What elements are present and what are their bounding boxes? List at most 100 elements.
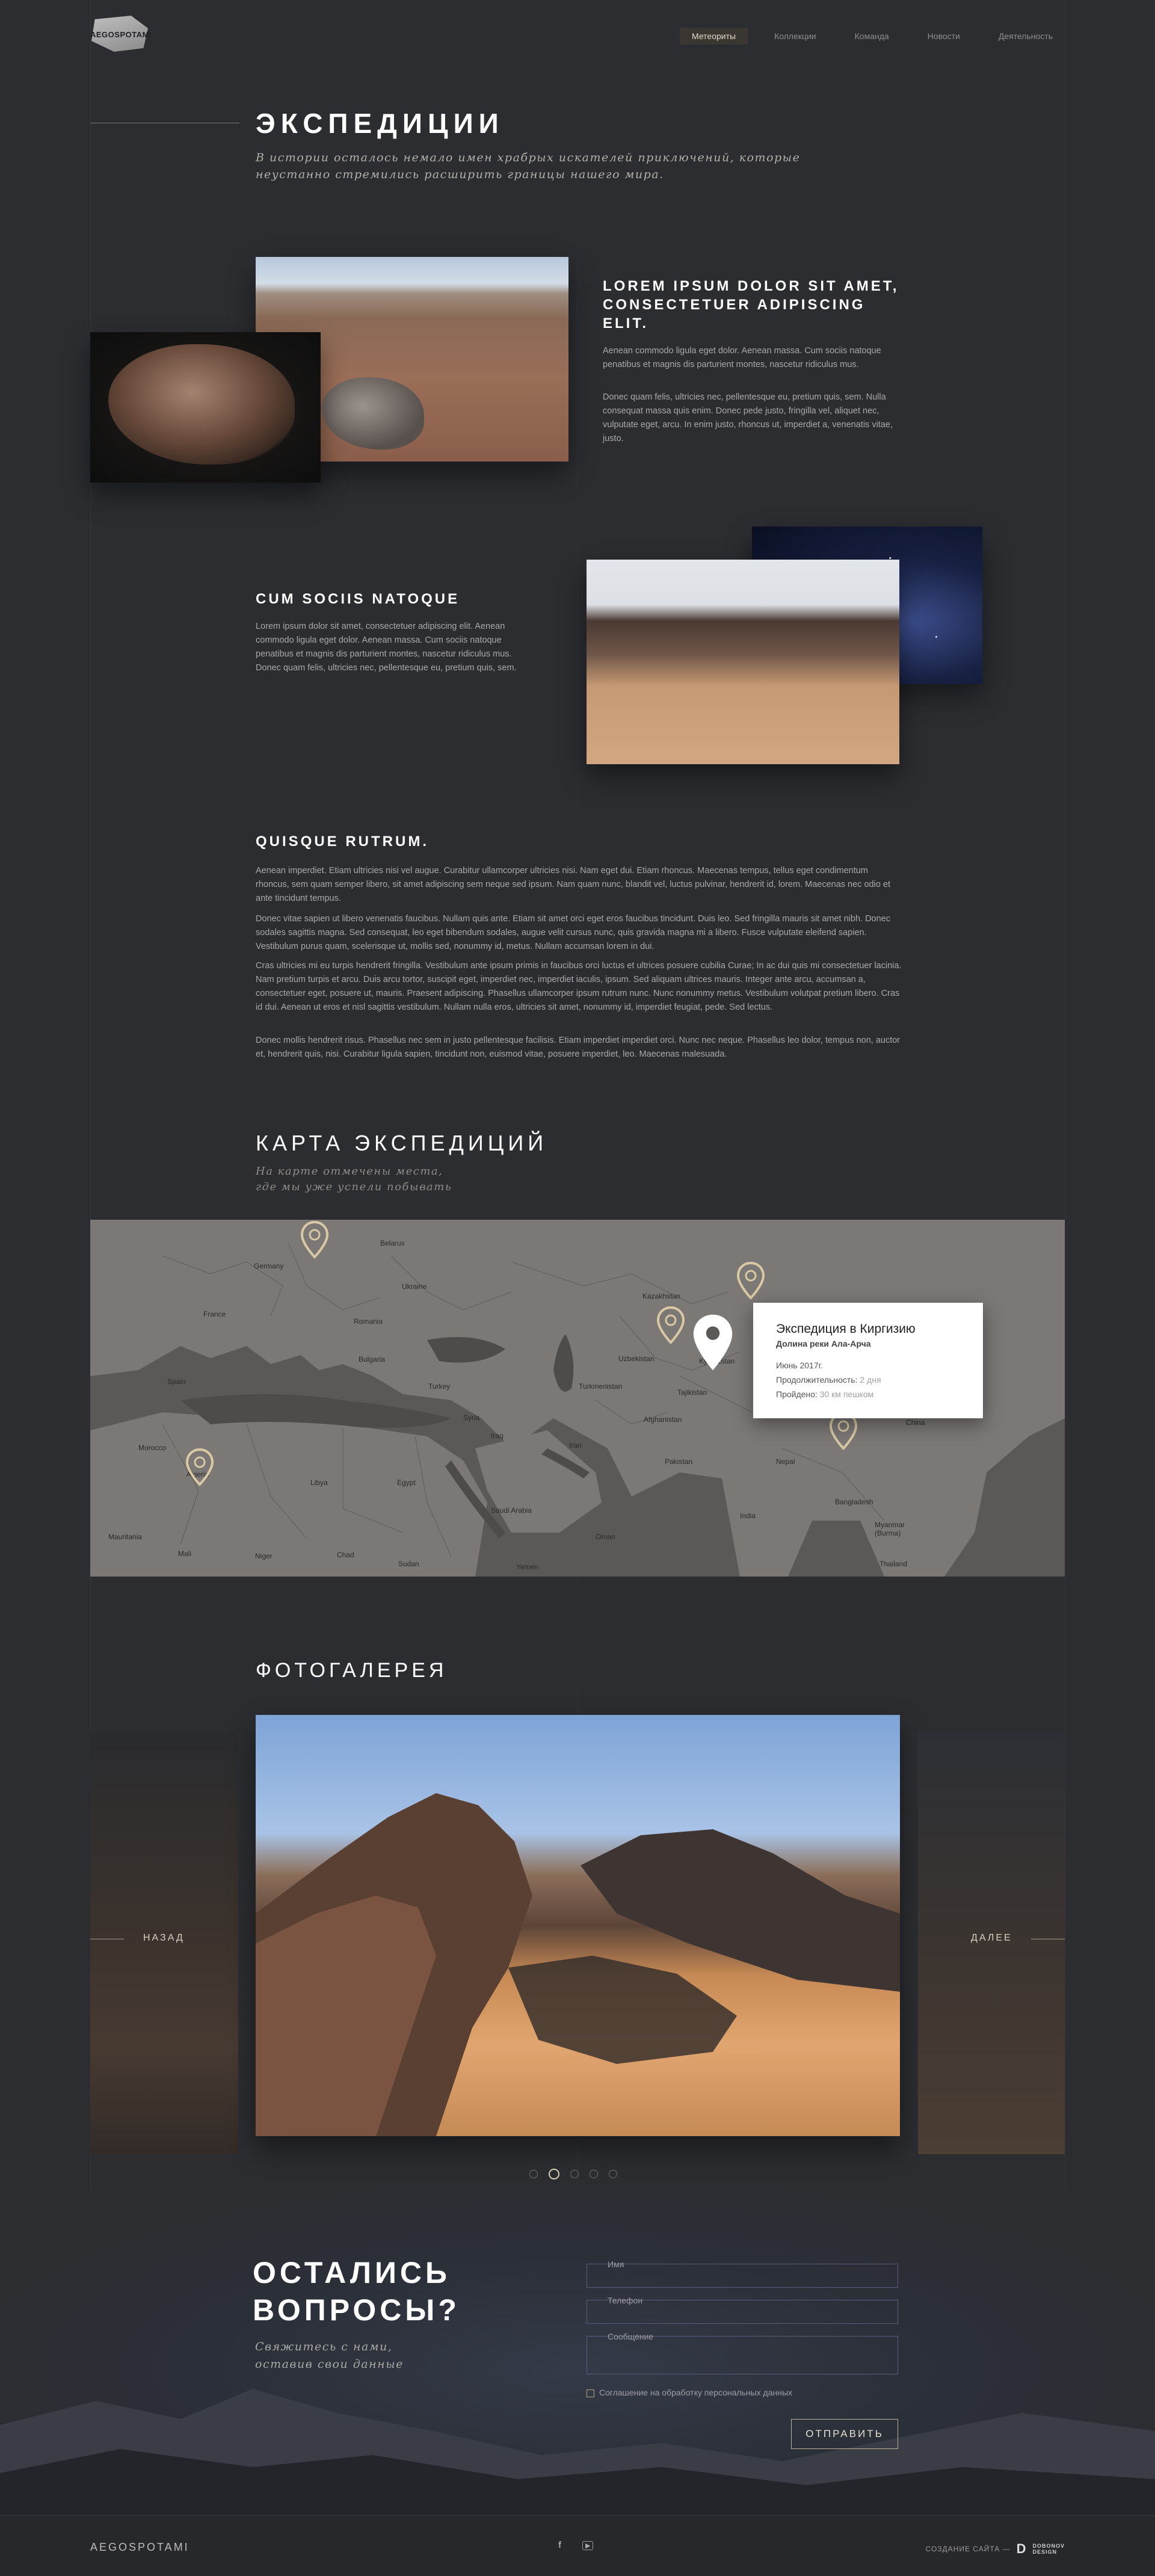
- footer-logo[interactable]: AEGOSPOTAMI: [90, 2541, 189, 2554]
- map-label: Chad: [337, 1551, 354, 1559]
- nav-item-activity[interactable]: Деятельность: [987, 28, 1065, 45]
- map-label: Spain: [167, 1377, 186, 1386]
- section1-title: LOREM IPSUM DOLOR SIT AMET, CONSECTETUER…: [603, 278, 899, 332]
- section2-title: CUM SOCIIS NATOQUE: [256, 591, 460, 607]
- map-label: Egypt: [397, 1478, 416, 1487]
- map-label: Thailand: [879, 1560, 908, 1568]
- popup-distance-label: Пройдено:: [776, 1389, 818, 1399]
- section1-paragraph: Donec quam felis, ultricies nec, pellent…: [603, 392, 893, 443]
- name-field[interactable]: Имя: [587, 2259, 898, 2288]
- meteorite-stone: [108, 344, 295, 465]
- credit-text: СОЗДАНИЕ САЙТА —: [925, 2545, 1011, 2553]
- footer: AEGOSPOTAMI f ▶ СОЗДАНИЕ САЙТА — D DOBON…: [0, 2515, 1155, 2576]
- map-label: Turkey: [428, 1382, 451, 1391]
- gallery-next-label[interactable]: ДАЛЕЕ: [971, 1933, 1012, 1944]
- credit-logo-icon: D: [1016, 2541, 1027, 2556]
- map-subtitle-line: На карте отмечены места,: [256, 1165, 443, 1178]
- gallery-dot[interactable]: [590, 2170, 598, 2178]
- section3-title: QUISQUE RUTRUM.: [256, 833, 429, 850]
- map-label: Pakistan: [665, 1457, 693, 1466]
- map-label: China: [906, 1418, 925, 1427]
- map-label: Germany: [254, 1262, 284, 1270]
- contact-subtitle-line: Свяжитесь с нами,: [255, 2340, 393, 2353]
- map-label: Uzbekistan: [618, 1354, 654, 1363]
- gallery-dot[interactable]: [609, 2170, 617, 2178]
- map-title: КАРТА ЭКСПЕДИЦИЙ: [256, 1131, 548, 1155]
- message-field[interactable]: Сообщение: [587, 2332, 898, 2374]
- map-label: Oman: [596, 1533, 615, 1541]
- map-label: Turkmenistan: [579, 1382, 623, 1391]
- map-label: Niger: [255, 1552, 273, 1560]
- phone-field[interactable]: Телефон: [587, 2296, 898, 2324]
- gallery-main-photo: [256, 1715, 900, 2136]
- desert-canyon-photo: [587, 560, 899, 764]
- phone-field-label: Телефон: [608, 2296, 643, 2305]
- contact-title-line: ВОПРОСЫ?: [253, 2293, 460, 2327]
- map-label: Afghanistan: [644, 1415, 682, 1424]
- gallery-dot[interactable]: [570, 2170, 579, 2178]
- land-africa: [90, 1412, 487, 1577]
- meteorite-photo: [90, 332, 321, 483]
- section3-paragraph: Donec mollis hendrerit risus. Phasellus …: [256, 1036, 901, 1059]
- main-nav: Метеориты Коллекции Команда Новости Деят…: [680, 28, 1065, 45]
- gallery-dot-active[interactable]: [549, 2169, 559, 2179]
- section3-paragraph: Cras ultricies mi eu turpis hendrerit fr…: [256, 961, 902, 1012]
- map-label: Syria: [463, 1413, 480, 1422]
- name-field-label: Имя: [608, 2259, 624, 2269]
- map-label: India: [740, 1512, 756, 1520]
- map-subtitle-line: где мы уже успели побывать: [256, 1181, 452, 1193]
- site-credit[interactable]: СОЗДАНИЕ САЙТА — D DOBONOV DESIGN: [926, 2541, 1065, 2557]
- logo-text: AEGOSPOTAMI: [90, 30, 152, 39]
- gallery-pagination: [529, 2169, 617, 2179]
- message-field-label: Сообщение: [608, 2332, 654, 2341]
- logo[interactable]: AEGOSPOTAMI: [90, 16, 152, 54]
- map-pin-icon[interactable]: [185, 1447, 215, 1489]
- map-label: Bulgaria: [359, 1355, 386, 1364]
- expeditions-map[interactable]: Belarus Germany Ukraine France Romania K…: [90, 1220, 1065, 1577]
- popup-duration: Продолжительность: 2 дня: [776, 1375, 881, 1385]
- map-pin-active-icon[interactable]: [692, 1313, 734, 1372]
- page-title: ЭКСПЕДИЦИИ: [256, 108, 504, 139]
- gallery-next-overlay: [918, 1733, 1065, 2154]
- map-pin-icon[interactable]: [736, 1261, 766, 1303]
- gallery-prev-label[interactable]: НАЗАД: [143, 1933, 185, 1944]
- gallery-rocks: [256, 1793, 900, 2136]
- popup-duration-value: 2 дня: [860, 1375, 881, 1385]
- popup-duration-label: Продолжительность:: [776, 1375, 858, 1385]
- map-label: Iraq: [491, 1432, 504, 1440]
- facebook-icon[interactable]: f: [558, 2540, 561, 2550]
- gallery-next[interactable]: ДАЛЕЕ: [918, 1733, 1065, 2154]
- checkbox-icon[interactable]: [587, 2389, 594, 2397]
- credit-name-line: DESIGN: [1032, 2549, 1057, 2555]
- map-pin-icon[interactable]: [656, 1305, 686, 1347]
- map-label: Yemen: [516, 1563, 538, 1571]
- map-subtitle: На карте отмечены места, где мы уже успе…: [256, 1164, 556, 1195]
- map-label: Sudan: [398, 1560, 419, 1568]
- contact-title: ОСТАЛИСЬ ВОПРОСЫ?: [253, 2254, 460, 2329]
- submit-button[interactable]: ОТПРАВИТЬ: [791, 2419, 898, 2449]
- nav-item-meteorites[interactable]: Метеориты: [680, 28, 748, 45]
- desert-rock: [322, 377, 424, 449]
- popup-distance: Пройдено: 30 км пешком: [776, 1389, 873, 1399]
- youtube-icon[interactable]: ▶: [582, 2541, 594, 2550]
- consent-label: Соглашение на обработку персональных дан…: [599, 2388, 793, 2397]
- nav-item-collections[interactable]: Коллекции: [762, 28, 828, 45]
- map-label: France: [203, 1310, 226, 1318]
- nav-item-team[interactable]: Команда: [843, 28, 901, 45]
- gallery-prev-overlay: [90, 1733, 238, 2154]
- credit-name-line: DOBONOV: [1032, 2543, 1065, 2549]
- map-label: Saudi Arabia: [491, 1506, 532, 1515]
- map-label: Mauritania: [108, 1533, 143, 1541]
- consent-checkbox[interactable]: Соглашение на обработку персональных дан…: [587, 2388, 792, 2397]
- nav-item-news[interactable]: Новости: [916, 28, 972, 45]
- map-label: Libya: [310, 1478, 328, 1487]
- map-label: Nepal: [776, 1457, 795, 1466]
- map-pin-icon[interactable]: [300, 1220, 330, 1262]
- gallery-prev[interactable]: НАЗАД: [90, 1733, 238, 2154]
- section3-paragraph: Donec vitae sapien ut libero venenatis f…: [256, 914, 891, 951]
- popup-date: Июнь 2017г.: [776, 1361, 823, 1370]
- gallery-dot[interactable]: [529, 2170, 538, 2178]
- contact-subtitle-line: оставив свои данные: [255, 2358, 404, 2371]
- map-label: Morocco: [138, 1444, 167, 1452]
- mountains-silhouette: [0, 2389, 1155, 2515]
